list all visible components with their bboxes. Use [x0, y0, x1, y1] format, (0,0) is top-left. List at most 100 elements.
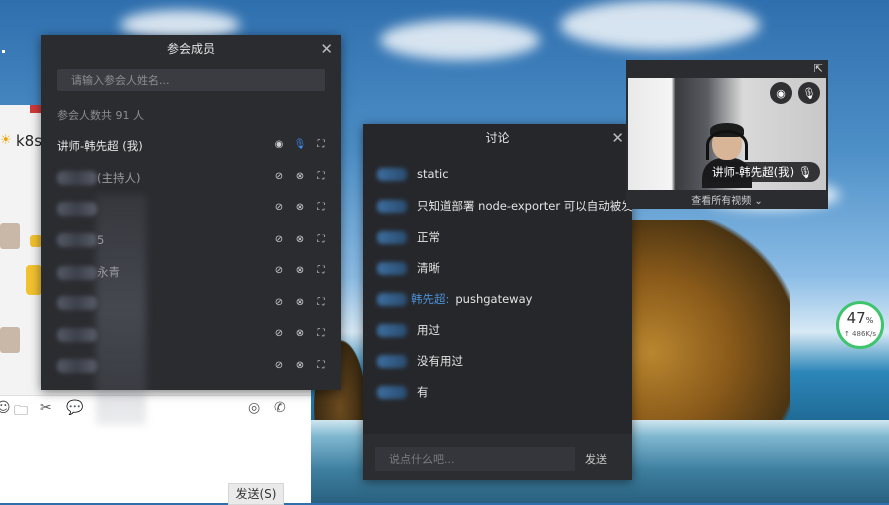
participant-controls: ⊘ ⊗ ⛶ [273, 359, 327, 372]
participant-count: 参会人数共 91 人 [57, 109, 144, 122]
camera-off-icon[interactable]: ⊘ [273, 233, 285, 246]
microphone-icon[interactable]: 🎙 [798, 82, 820, 104]
microphone-off-icon[interactable]: ⊗ [294, 170, 306, 183]
camera-off-icon[interactable]: ⊘ [273, 359, 285, 372]
participant-row[interactable]: ⊘ ⊗ ⛶ [41, 288, 341, 320]
chat-bubble-icon[interactable]: 💬 [66, 400, 83, 416]
microphone-off-icon[interactable]: ⊗ [294, 233, 306, 246]
discussion-header: 讨论 ✕ [363, 124, 632, 152]
message-text: 正常 [417, 230, 440, 244]
participant-row[interactable]: ⊘ ⊗ ⛶ [41, 193, 341, 225]
blurred-sender [377, 355, 407, 368]
participant-name: 5 [57, 233, 104, 247]
blurred-sender [377, 262, 407, 275]
video-name-label: 讲师-韩先超(我) [712, 165, 795, 179]
participant-controls: ⊘ ⊗ ⛶ [273, 296, 327, 309]
blurred-name [57, 171, 97, 185]
camera-off-icon[interactable]: ⊘ [273, 264, 285, 277]
participant-controls: ⊘ ⊗ ⛶ [273, 201, 327, 214]
camera-icon[interactable]: ◉ [770, 82, 792, 104]
record-icon[interactable]: ◎ [248, 400, 260, 416]
blurred-sender [377, 324, 407, 337]
status-badge [26, 265, 42, 295]
blurred-sender [377, 293, 407, 306]
microphone-icon[interactable]: 🎙 [294, 138, 307, 151]
participant-controls: ⊘ ⊗ ⛶ [273, 170, 327, 183]
participant-row[interactable]: ⊘ ⊗ ⛶ [41, 351, 341, 383]
message-text: 用过 [417, 323, 440, 337]
discussion-message: 有 [377, 384, 429, 400]
share-icon[interactable]: ⛶ [315, 170, 327, 183]
discussion-message: static [377, 167, 449, 181]
video-window: ⇱ ◉ 🎙 讲师-韩先超(我) 🎙 查看所有视频 ⌄ [626, 60, 828, 209]
participant-name [57, 296, 97, 310]
network-widget[interactable]: 47% ↑ 486K/s [836, 301, 884, 349]
share-icon[interactable]: ⛶ [315, 296, 327, 309]
microphone-off-icon[interactable]: ⊗ [294, 327, 306, 340]
share-icon[interactable]: ⛶ [315, 327, 327, 340]
microphone-icon: 🎙 [797, 165, 813, 179]
share-icon[interactable]: ⛶ [315, 264, 327, 277]
blurred-sender [377, 231, 407, 244]
microphone-off-icon[interactable]: ⊗ [294, 201, 306, 214]
chat-app-title: k8s [16, 132, 43, 150]
microphone-off-icon[interactable]: ⊗ [294, 359, 306, 372]
participant-row[interactable]: 永青 ⊘ ⊗ ⛶ [41, 256, 341, 288]
participant-name-text: 讲师-韩先超 (我) [57, 139, 143, 153]
video-name-tag: 讲师-韩先超(我) 🎙 [704, 162, 821, 182]
microphone-off-icon[interactable]: ⊗ [294, 264, 306, 277]
camera-icon[interactable]: ◉ [273, 138, 285, 151]
scissors-icon[interactable]: ✂ [40, 400, 52, 416]
camera-off-icon[interactable]: ⊘ [273, 201, 285, 214]
avatar[interactable] [0, 327, 20, 353]
participant-row[interactable]: (主持人) ⊘ ⊗ ⛶ [41, 162, 341, 194]
view-all-videos-button[interactable]: 查看所有视频 ⌄ [626, 192, 828, 207]
participant-name: 讲师-韩先超 (我) [57, 138, 143, 154]
phone-icon[interactable]: ✆ [274, 400, 286, 416]
blurred-name [57, 233, 97, 247]
discussion-input[interactable] [375, 447, 575, 471]
video-topbar: ⇱ [626, 60, 828, 77]
blurred-name [57, 201, 97, 216]
blurred-sender [377, 200, 407, 213]
share-icon[interactable]: ⛶ [315, 201, 327, 214]
microphone-off-icon[interactable]: ⊗ [294, 296, 306, 309]
discussion-message: 清晰 [377, 260, 440, 276]
message-text: static [417, 167, 449, 181]
participants-panel: 参会成员 ✕ 参会人数共 91 人 讲师-韩先超 (我)◉🎙⛶(主持人)⊘⊗⛶⊘… [41, 35, 341, 425]
participant-row[interactable]: ⊘ ⊗ ⛶ [41, 319, 341, 351]
share-icon[interactable]: ⛶ [315, 233, 327, 246]
participant-row[interactable]: 5 ⊘ ⊗ ⛶ [41, 225, 341, 257]
participant-name [57, 327, 97, 342]
blurred-sender [377, 386, 407, 399]
view-all-label: 查看所有视频 [691, 196, 752, 207]
cloud [380, 20, 540, 60]
close-icon[interactable]: ✕ [611, 124, 624, 152]
participant-controls: ⊘ ⊗ ⛶ [273, 264, 327, 277]
chevron-down-icon: ⌄ [754, 196, 763, 207]
camera-off-icon[interactable]: ⊘ [273, 327, 285, 340]
expand-icon[interactable]: ⇱ [814, 62, 823, 75]
share-icon[interactable]: ⛶ [315, 359, 327, 372]
participant-name: (主持人) [57, 170, 140, 186]
camera-off-icon[interactable]: ⊘ [273, 170, 285, 183]
close-icon[interactable]: ✕ [320, 35, 333, 63]
message-text: 没有用过 [417, 354, 463, 368]
share-icon[interactable]: ⛶ [315, 138, 327, 151]
chat-toolbar: ☺ 🗀 ✂ 💬 ◎ ✆ [0, 395, 311, 422]
sun-icon: ☀ [0, 133, 12, 148]
send-button[interactable]: 发送(S) [228, 483, 284, 505]
participant-search-input[interactable] [57, 69, 325, 91]
discussion-message: 用过 [377, 322, 440, 338]
participant-row[interactable]: 讲师-韩先超 (我) ◉ 🎙 ⛶ [41, 130, 341, 162]
camera-off-icon[interactable]: ⊘ [273, 296, 285, 309]
participants-header: 参会成员 ✕ [41, 35, 341, 63]
discussion-title: 讨论 [485, 131, 510, 145]
participant-name-text: 永青 [97, 265, 120, 279]
participant-controls: ⊘ ⊗ ⛶ [273, 327, 327, 340]
emoji-icon[interactable]: ☺ [0, 400, 11, 416]
avatar[interactable] [0, 223, 20, 249]
discussion-send-button[interactable]: 发送 [585, 451, 607, 467]
message-sender: 韩先超: [411, 292, 450, 306]
participants-title: 参会成员 [166, 42, 215, 56]
